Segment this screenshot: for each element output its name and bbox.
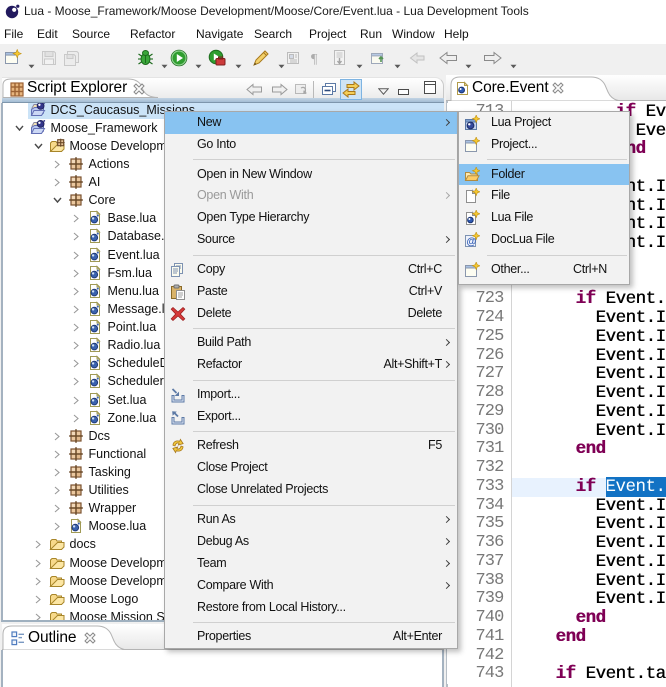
svg-text:@: @ [467, 237, 477, 248]
svg-text:¶: ¶ [311, 52, 318, 66]
